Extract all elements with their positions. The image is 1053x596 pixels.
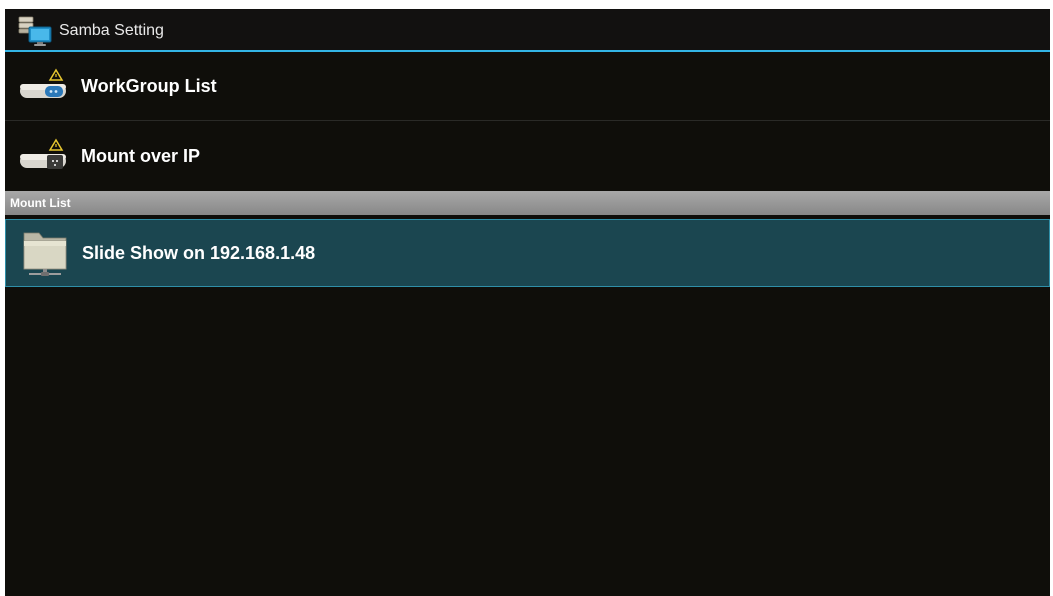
samba-setting-screen: Samba Setting WorkGroup List Mount over … xyxy=(5,9,1050,596)
network-folder-icon xyxy=(21,229,69,279)
workgroup-list-item[interactable]: WorkGroup List xyxy=(5,52,1050,121)
page-title: Samba Setting xyxy=(59,22,164,39)
workgroup-list-label: WorkGroup List xyxy=(81,76,217,96)
mount-over-ip-item[interactable]: Mount over IP xyxy=(5,122,1050,190)
mount-drive-icon xyxy=(19,138,67,174)
mount-item-label: Slide Show on 192.168.1.48 xyxy=(82,243,316,263)
mount-over-ip-label: Mount over IP xyxy=(81,146,201,166)
mount-list-item[interactable]: Slide Show on 192.168.1.48 xyxy=(5,219,1050,287)
mount-list-header-label: Mount List xyxy=(10,196,71,210)
title-bar: Samba Setting xyxy=(5,9,1050,52)
mount-list-header: Mount List xyxy=(5,191,1050,215)
workgroup-drive-icon xyxy=(19,68,67,104)
samba-network-icon xyxy=(17,15,55,47)
